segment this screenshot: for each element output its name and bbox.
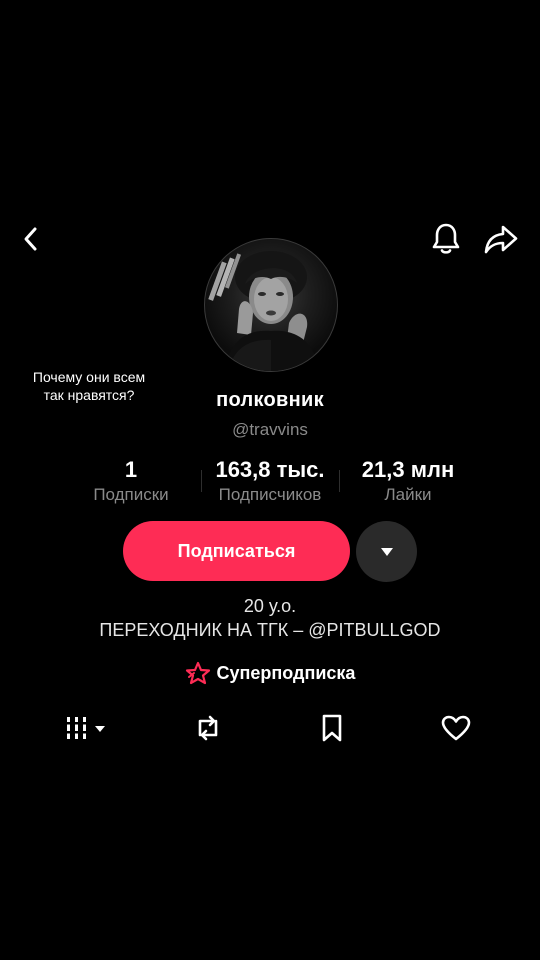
share-arrow-icon bbox=[484, 225, 518, 254]
stat-following-label: Подписки bbox=[93, 485, 169, 504]
caret-down-icon bbox=[380, 547, 393, 556]
back-button[interactable] bbox=[11, 219, 51, 259]
bio-line-1: 20 у.о. bbox=[243, 596, 297, 616]
stat-divider bbox=[201, 470, 202, 492]
tab-favorites[interactable] bbox=[312, 708, 352, 748]
tab-videos[interactable] bbox=[60, 708, 112, 748]
repost-icon bbox=[198, 715, 218, 741]
stat-likes-value: 21,3 млн bbox=[361, 457, 455, 482]
star-badge-icon bbox=[185, 661, 210, 685]
follow-button[interactable]: Подписаться bbox=[123, 521, 350, 581]
note-line-1: Почему они всем bbox=[32, 369, 146, 385]
stat-following-value: 1 bbox=[124, 457, 138, 482]
stat-followers-value: 163,8 тыс. bbox=[215, 457, 325, 482]
stat-followers[interactable]: 163,8 тыс. Подписчиков bbox=[204, 456, 336, 506]
bookmark-icon bbox=[322, 714, 342, 742]
stat-divider bbox=[339, 470, 340, 492]
stat-following[interactable]: 1 Подписки bbox=[80, 456, 182, 506]
super-subscription-label: Суперподписка bbox=[216, 662, 356, 683]
username: @travvins bbox=[232, 420, 308, 439]
share-button[interactable] bbox=[481, 219, 521, 259]
stat-likes[interactable]: 21,3 млн Лайки bbox=[348, 456, 468, 506]
super-subscription-button[interactable]: Суперподписка bbox=[0, 661, 540, 685]
tab-reposts[interactable] bbox=[188, 708, 228, 748]
heart-icon bbox=[441, 715, 471, 741]
stat-followers-label: Подписчиков bbox=[218, 485, 322, 504]
notifications-button[interactable] bbox=[426, 219, 466, 259]
display-name: полковник bbox=[216, 389, 324, 411]
bio-line-2: ПЕРЕХОДНИК НА ТГК – @PITBULLGOD bbox=[99, 620, 441, 640]
avatar-photo bbox=[208, 251, 319, 371]
bell-icon bbox=[432, 223, 460, 254]
suggestions-dropdown-button[interactable] bbox=[356, 521, 417, 582]
stat-likes-label: Лайки bbox=[384, 485, 432, 504]
chevron-left-icon bbox=[24, 227, 37, 251]
grid-icon bbox=[65, 717, 105, 739]
tab-liked[interactable] bbox=[436, 708, 476, 748]
avatar[interactable] bbox=[204, 238, 338, 372]
